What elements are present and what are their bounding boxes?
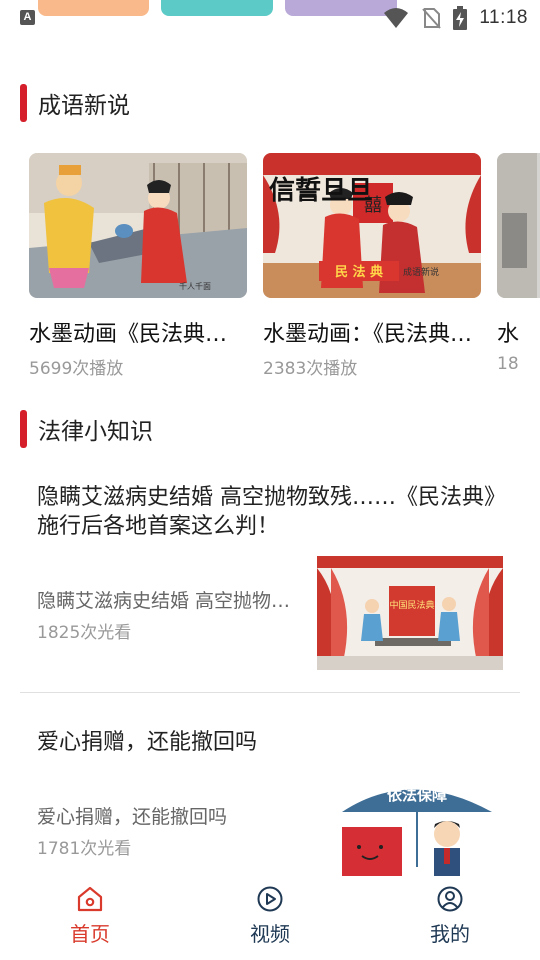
article-thumbnail[interactable]: 中国民法典 (317, 556, 503, 670)
thumbnail-subcaption: 成语新说 (403, 266, 439, 278)
no-sim-icon (422, 8, 442, 29)
bottom-nav: 首页 视频 我的 (0, 876, 540, 960)
video-card[interactable]: 囍 信誓旦旦 民 法 典 成语新说 水墨动画：《民法典成语新说》 2383次播放 (263, 153, 481, 379)
video-card[interactable]: 水 18 (497, 153, 540, 374)
section-title: 法律小知识 (38, 419, 153, 445)
thumbnail-caption: 千人千面 (179, 281, 211, 291)
section-title: 成语新说 (38, 93, 130, 119)
divider (20, 692, 520, 693)
article-subtitle: 隐瞒艾滋病史结婚 高空抛物致残…… (37, 590, 309, 612)
wifi-icon (384, 8, 409, 28)
nav-label: 首页 (70, 922, 110, 946)
article-title[interactable]: 爱心捐赠，还能撤回吗 (37, 728, 507, 757)
video-carousel[interactable]: 千人千面 水墨动画《民法典成语新说》 5699次播放 囍 信誓旦旦 (0, 153, 540, 383)
video-play-count: 5699次播放 (29, 359, 124, 379)
nav-label: 我的 (430, 922, 470, 946)
thumbnail-umbrella-text: 依法保障 (387, 786, 447, 804)
video-thumbnail[interactable]: 囍 信誓旦旦 民 法 典 成语新说 (263, 153, 481, 298)
section-accent-bar (20, 410, 27, 448)
nav-label: 视频 (250, 922, 290, 946)
article-subtitle: 爱心捐赠，还能撤回吗 (37, 806, 228, 828)
article-title[interactable]: 隐瞒艾滋病史结婚 高空抛物致残……《民法典》施行后各地首案这么判！ (37, 483, 507, 541)
top-card-orange[interactable] (38, 0, 149, 16)
top-card-purple[interactable] (285, 0, 397, 16)
home-icon (77, 886, 103, 912)
top-card-teal[interactable] (161, 0, 273, 16)
battery-charging-icon (453, 6, 468, 30)
nav-mine[interactable]: 我的 (360, 876, 540, 960)
video-title[interactable]: 水墨动画：《民法典成语新说》 (263, 316, 481, 348)
nav-video[interactable]: 视频 (180, 876, 360, 960)
user-icon (437, 886, 463, 912)
video-play-count: 18 (497, 354, 519, 374)
nav-home[interactable]: 首页 (0, 876, 180, 960)
video-title[interactable]: 水墨动画《民法典成语新说》 (29, 316, 247, 348)
status-time: 11:18 (479, 7, 528, 28)
video-play-icon (257, 886, 283, 912)
status-bar: A 11:18 (0, 0, 540, 36)
section-accent-bar (20, 84, 27, 122)
article-thumbnail[interactable]: 依法保障 (317, 772, 503, 876)
video-play-count: 2383次播放 (263, 359, 358, 379)
thumbnail-calligraphy: 信誓旦旦 (269, 176, 373, 206)
article-view-count: 1781次光看 (37, 839, 132, 859)
thumbnail-banner: 民 法 典 (335, 264, 383, 280)
thumbnail-board-text: 中国民法典 (389, 599, 434, 611)
section-header-chengyu: 成语新说 (20, 83, 130, 123)
video-thumbnail[interactable]: 千人千面 (29, 153, 247, 298)
section-header-law: 法律小知识 (20, 409, 153, 449)
video-thumbnail[interactable] (497, 153, 540, 298)
video-title[interactable]: 水 (497, 316, 540, 348)
article-view-count: 1825次光看 (37, 623, 132, 643)
a-icon: A (20, 10, 35, 25)
video-card[interactable]: 千人千面 水墨动画《民法典成语新说》 5699次播放 (29, 153, 247, 379)
